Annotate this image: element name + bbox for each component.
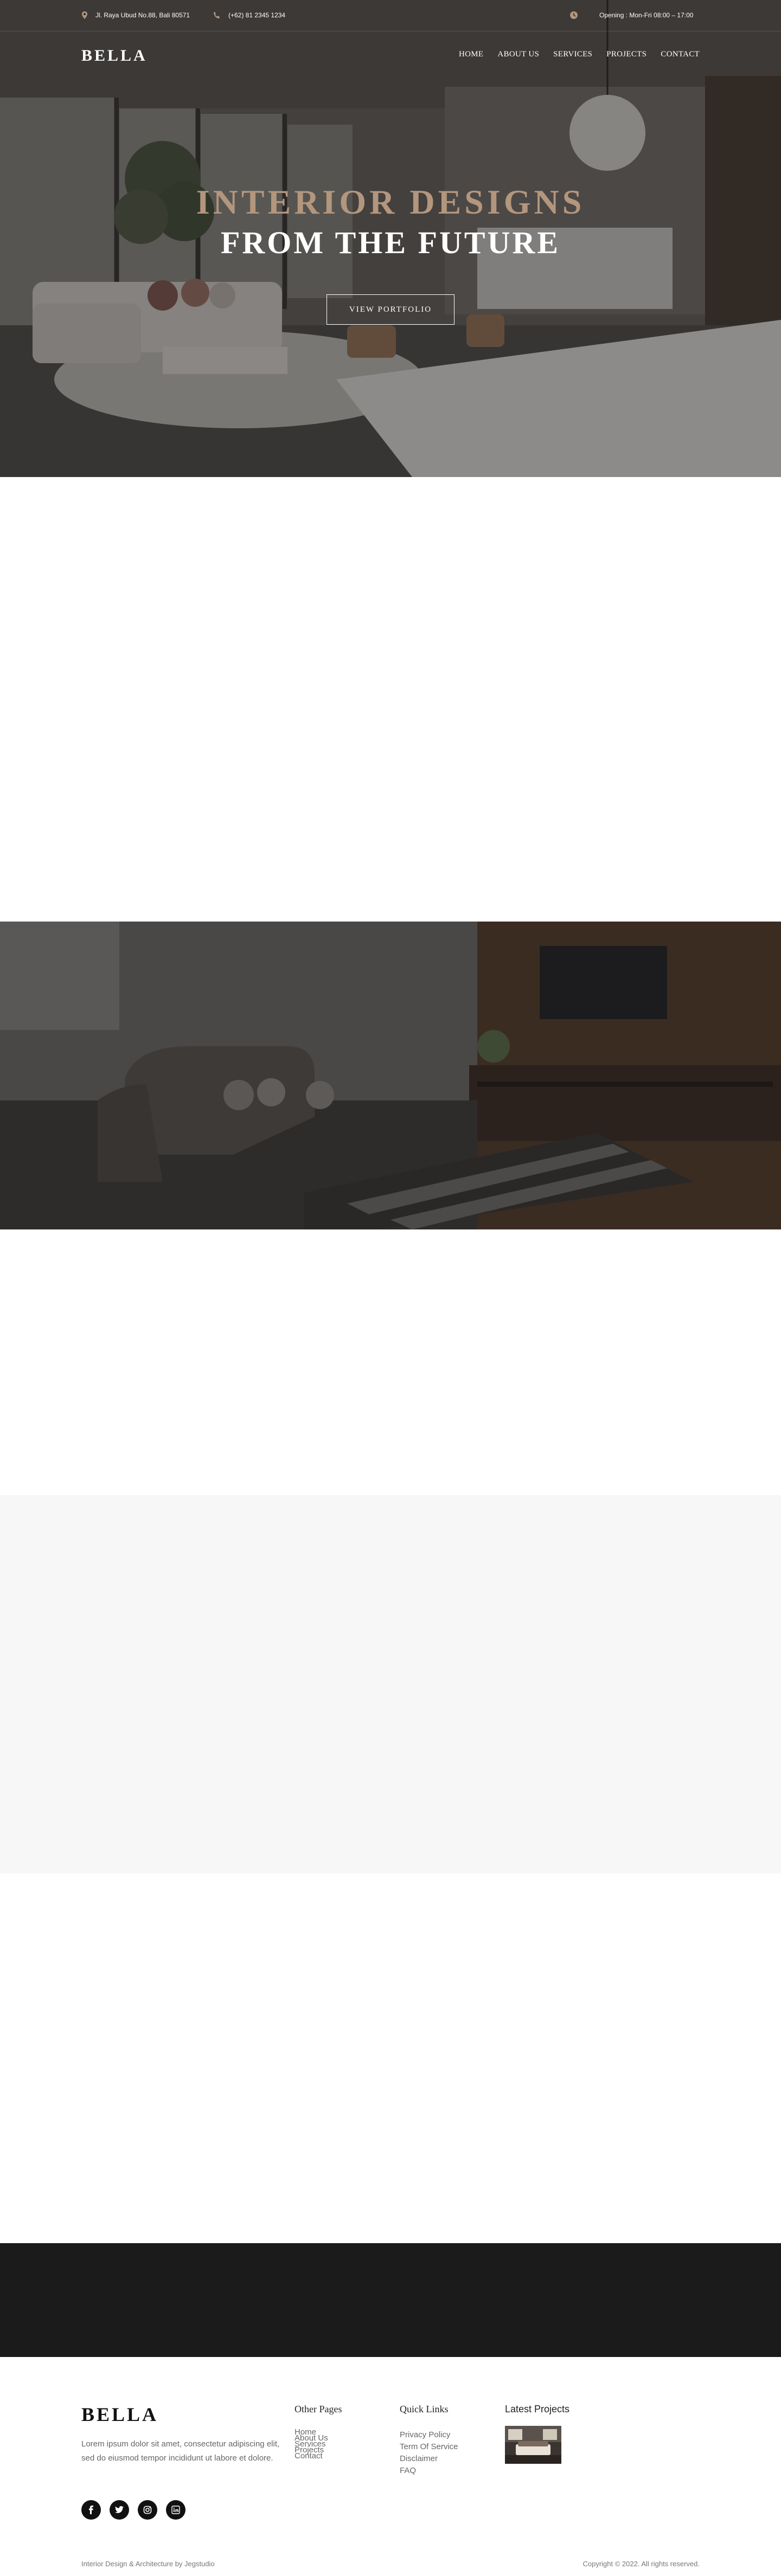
nav-menu: HOME ABOUT US SERVICES PROJECTS CONTACT	[459, 50, 700, 59]
latest-project-thumbnail[interactable]	[505, 2426, 561, 2464]
footer-logo[interactable]: BELLA	[81, 2403, 158, 2426]
address-item: Jl. Raya Ubud No.88, Bali 80571	[81, 11, 190, 19]
quick-links-heading: Quick Links	[400, 2404, 449, 2414]
footer-link-faq[interactable]: FAQ	[400, 2465, 458, 2477]
phone-text[interactable]: (+62) 81 2345 1234	[228, 11, 285, 19]
hero-title-line-1: INTERIOR DESIGNS	[196, 183, 585, 221]
address-text: Jl. Raya Ubud No.88, Bali 80571	[95, 11, 190, 19]
content-section-3	[0, 1495, 781, 1873]
phone-item: (+62) 81 2345 1234	[213, 11, 285, 19]
footer-credit: Interior Design & Architecture by Jegstu…	[81, 2560, 215, 2568]
content-section-1	[0, 477, 781, 922]
twitter-icon[interactable]	[110, 2500, 129, 2520]
nav-item-services[interactable]: SERVICES	[553, 50, 592, 59]
phone-icon	[213, 11, 221, 19]
footer-link-contact[interactable]: Contact	[295, 2452, 342, 2460]
clock-icon	[570, 11, 578, 19]
living-room-image	[0, 922, 781, 1229]
latest-projects-heading: Latest Projects	[505, 2404, 570, 2414]
living-room-banner	[0, 922, 781, 1229]
social-links	[81, 2500, 185, 2520]
hours-text: Opening : Mon-Fri 08:00 – 17:00	[599, 11, 694, 19]
instagram-icon[interactable]	[138, 2500, 157, 2520]
hours-item: Opening : Mon-Fri 08:00 – 17:00	[570, 11, 693, 19]
other-pages-heading: Other Pages	[295, 2404, 342, 2414]
footer-copyright: Copyright © 2022. All rights reserved.	[582, 2560, 700, 2568]
nav-item-projects[interactable]: PROJECTS	[606, 50, 646, 59]
content-section-4	[0, 1873, 781, 2243]
nav-item-contact[interactable]: CONTACT	[661, 50, 700, 59]
hero-section: Jl. Raya Ubud No.88, Bali 80571 (+62) 81…	[0, 0, 781, 477]
footer-other-pages: Other Pages Home About Us Services Proje…	[295, 2404, 342, 2460]
main-navbar: BELLA HOME ABOUT US SERVICES PROJECTS CO…	[0, 31, 781, 79]
content-section-2	[0, 1229, 781, 1495]
footer-latest-projects: Latest Projects	[505, 2404, 569, 2464]
footer-link-privacy-policy[interactable]: Privacy Policy	[400, 2429, 458, 2441]
site-footer: BELLA Lorem ipsum dolor sit amet, consec…	[0, 2357, 781, 2576]
nav-item-about-us[interactable]: ABOUT US	[497, 50, 539, 59]
footer-about-text: Lorem ipsum dolor sit amet, consectetur …	[81, 2439, 280, 2463]
location-pin-icon	[81, 11, 88, 19]
linkedin-icon[interactable]	[166, 2500, 185, 2520]
dark-band-section	[0, 2243, 781, 2357]
facebook-icon[interactable]	[81, 2500, 101, 2520]
view-portfolio-button[interactable]: VIEW PORTFOLIO	[327, 294, 454, 325]
hero-title-line-2: FROM THE FUTURE	[220, 225, 561, 260]
footer-link-disclaimer[interactable]: Disclaimer	[400, 2453, 458, 2465]
footer-link-term-of-service[interactable]: Term Of Service	[400, 2441, 458, 2453]
footer-quick-links: Quick Links Privacy Policy Term Of Servi…	[400, 2404, 458, 2477]
site-logo[interactable]: BELLA	[81, 47, 148, 65]
top-info-bar: Jl. Raya Ubud No.88, Bali 80571 (+62) 81…	[0, 0, 781, 31]
nav-item-home[interactable]: HOME	[459, 50, 483, 59]
